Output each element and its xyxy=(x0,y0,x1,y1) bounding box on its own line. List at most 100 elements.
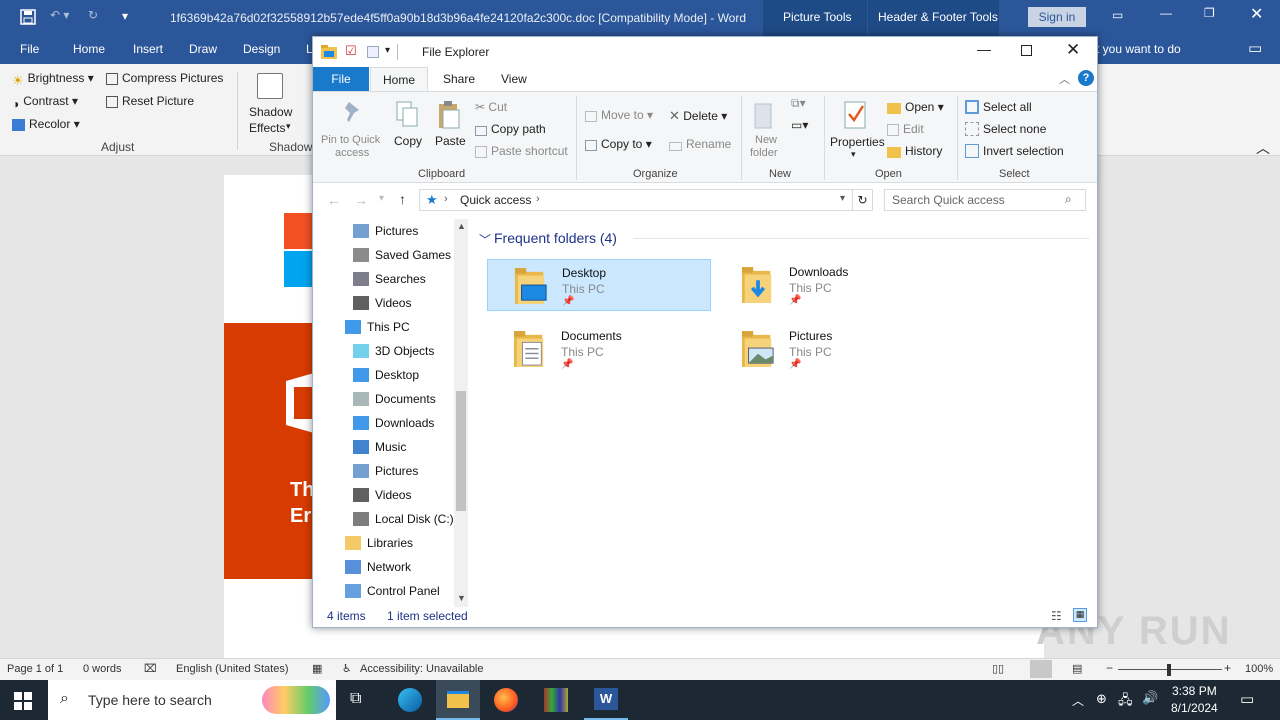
file-explorer-taskbar-icon[interactable] xyxy=(436,680,480,720)
tab-view[interactable]: View xyxy=(501,72,527,86)
nav-scrollbar[interactable]: ▲ ▼ xyxy=(454,219,468,607)
close-icon[interactable]: ✕ xyxy=(1250,4,1263,24)
brightness-button[interactable]: ☀ Brightness ▾ xyxy=(12,71,94,88)
easy-access-icon[interactable]: ▭▾ xyxy=(791,118,808,132)
scroll-up-icon[interactable]: ▲ xyxy=(457,221,466,231)
clock-date[interactable]: 8/1/2024 xyxy=(1171,701,1218,715)
paste-shortcut-button[interactable]: Paste shortcut xyxy=(475,144,568,158)
zoom-in-icon[interactable]: + xyxy=(1224,661,1231,675)
word-taskbar-icon[interactable]: W xyxy=(584,680,628,720)
tab-insert[interactable]: Insert xyxy=(133,42,163,56)
select-none-button[interactable]: Select none xyxy=(965,122,1046,136)
clock-time[interactable]: 3:38 PM xyxy=(1172,684,1217,698)
properties-button[interactable]: Properties xyxy=(830,135,885,149)
qat-customize-icon[interactable]: ▾ xyxy=(122,9,128,23)
large-icons-view-icon[interactable]: ▦ xyxy=(1073,608,1087,622)
cut-button[interactable]: ✂ Cut xyxy=(475,100,507,114)
nav-item-pictures[interactable]: Pictures xyxy=(353,464,418,478)
new-folder-label-1[interactable]: New xyxy=(755,134,777,146)
minimize-icon[interactable]: — xyxy=(1160,6,1172,20)
nav-item-videos[interactable]: Videos xyxy=(353,296,411,310)
windows-start-icon[interactable] xyxy=(14,692,32,710)
nav-item-libraries[interactable]: Libraries xyxy=(345,536,413,550)
folder-tile-documents[interactable]: Documents This PC 📌 xyxy=(487,323,711,375)
nav-item-network[interactable]: Network xyxy=(345,560,411,574)
page-count[interactable]: Page 1 of 1 xyxy=(7,663,63,675)
nav-item-3d-objects[interactable]: 3D Objects xyxy=(353,344,434,358)
chevron-down-icon[interactable]: ▾ xyxy=(851,149,856,160)
refresh-icon[interactable]: ↻ xyxy=(853,189,873,211)
web-layout-icon[interactable]: ▤ xyxy=(1072,662,1082,675)
notifications-icon[interactable]: ▭ xyxy=(1240,690,1254,708)
nav-item-desktop[interactable]: Desktop xyxy=(353,368,419,382)
nav-item-documents[interactable]: Documents xyxy=(353,392,436,406)
zoom-slider-thumb[interactable] xyxy=(1167,664,1171,676)
reset-picture-button[interactable]: Reset Picture xyxy=(106,94,194,108)
accessibility-status[interactable]: Accessibility: Unavailable xyxy=(360,663,484,675)
close-icon[interactable]: ✕ xyxy=(1066,40,1080,60)
forward-icon[interactable]: → xyxy=(354,192,368,208)
header-footer-tools-tab[interactable]: Header & Footer Tools xyxy=(867,0,999,36)
zoom-level[interactable]: 100% xyxy=(1245,663,1273,675)
word-count[interactable]: 0 words xyxy=(83,663,122,675)
tab-design[interactable]: Design xyxy=(243,42,280,56)
winrar-icon[interactable] xyxy=(534,680,578,720)
frequent-folders-header[interactable]: Frequent folders (4) xyxy=(494,230,617,246)
up-icon[interactable]: ↑ xyxy=(399,191,406,207)
new-item-icon[interactable]: ⧉▾ xyxy=(791,96,806,111)
copy-button[interactable]: Copy xyxy=(394,134,422,148)
nav-item-videos[interactable]: Videos xyxy=(353,488,411,502)
minimize-icon[interactable]: — xyxy=(977,41,991,57)
compress-pictures-button[interactable]: Compress Pictures xyxy=(106,71,223,85)
address-bar[interactable]: ★ › Quick access › ▾ xyxy=(419,189,853,211)
contrast-button[interactable]: ◑ Contrast ▾ xyxy=(12,94,78,111)
folder-tile-pictures[interactable]: Pictures This PC 📌 xyxy=(715,323,939,375)
copy-to-button[interactable]: Copy to ▾ xyxy=(585,137,652,151)
invert-selection-button[interactable]: Invert selection xyxy=(965,144,1064,158)
collapse-ribbon-icon[interactable]: ︿ xyxy=(1256,138,1270,158)
new-folder-label-2[interactable]: folder xyxy=(750,147,778,159)
tray-overflow-icon[interactable]: ︿ xyxy=(1072,692,1084,709)
nav-item-saved-games[interactable]: Saved Games xyxy=(353,248,451,262)
copy-path-button[interactable]: Copy path xyxy=(475,122,546,136)
picture-tools-tab[interactable]: Picture Tools xyxy=(763,0,867,36)
nav-item-this-pc[interactable]: This PC xyxy=(345,320,410,334)
details-view-icon[interactable]: ☷ xyxy=(1051,609,1062,623)
nav-item-searches[interactable]: Searches xyxy=(353,272,426,286)
recolor-button[interactable]: Recolor ▾ xyxy=(12,117,80,131)
select-all-button[interactable]: Select all xyxy=(965,100,1032,114)
qat-customize-icon[interactable]: ▾ xyxy=(385,45,390,56)
back-icon[interactable]: ← xyxy=(327,192,341,208)
macro-icon[interactable]: ▦ xyxy=(312,662,322,675)
edge-icon[interactable] xyxy=(388,680,432,720)
section-collapse-icon[interactable]: ﹀ xyxy=(479,231,491,248)
nav-scrollbar-thumb[interactable] xyxy=(456,391,466,511)
sign-in-button[interactable]: Sign in xyxy=(1028,7,1086,27)
rename-button[interactable]: Rename xyxy=(669,137,731,151)
save-icon[interactable] xyxy=(20,9,36,28)
folder-tile-downloads[interactable]: Downloads This PC 📌 xyxy=(715,259,939,311)
taskbar-search-box[interactable]: ⌕ Type here to search xyxy=(48,680,336,720)
edit-button[interactable]: Edit xyxy=(887,122,924,136)
network-icon[interactable]: 🖧 xyxy=(1118,691,1133,713)
pin-label-2[interactable]: access xyxy=(335,147,369,159)
breadcrumb-chevron-icon[interactable]: › xyxy=(536,193,540,205)
chevron-down-icon[interactable]: ▾ xyxy=(286,121,291,132)
shadow-effects-label-2[interactable]: Effects xyxy=(249,121,285,135)
tab-home[interactable]: Home xyxy=(370,67,428,92)
task-view-icon[interactable]: ⧉ xyxy=(350,690,361,708)
shadow-effects-icon[interactable] xyxy=(257,73,283,99)
nav-item-music[interactable]: Music xyxy=(353,440,406,454)
address-dropdown-icon[interactable]: ▾ xyxy=(840,193,845,204)
print-layout-icon[interactable] xyxy=(1030,660,1052,678)
shadow-effects-label-1[interactable]: Shadow xyxy=(249,105,292,119)
recent-locations-icon[interactable]: ▾ xyxy=(379,193,384,204)
language[interactable]: English (United States) xyxy=(176,663,289,675)
nav-item-pictures[interactable]: Pictures xyxy=(353,224,418,238)
restore-icon[interactable]: ❐ xyxy=(1204,6,1215,20)
search-box[interactable]: Search Quick access ⌕ xyxy=(884,189,1086,211)
nav-item-downloads[interactable]: Downloads xyxy=(353,416,434,430)
paste-button[interactable]: Paste xyxy=(435,134,466,148)
maximize-icon[interactable] xyxy=(1021,45,1032,56)
comments-icon[interactable]: ▭ xyxy=(1248,39,1262,57)
